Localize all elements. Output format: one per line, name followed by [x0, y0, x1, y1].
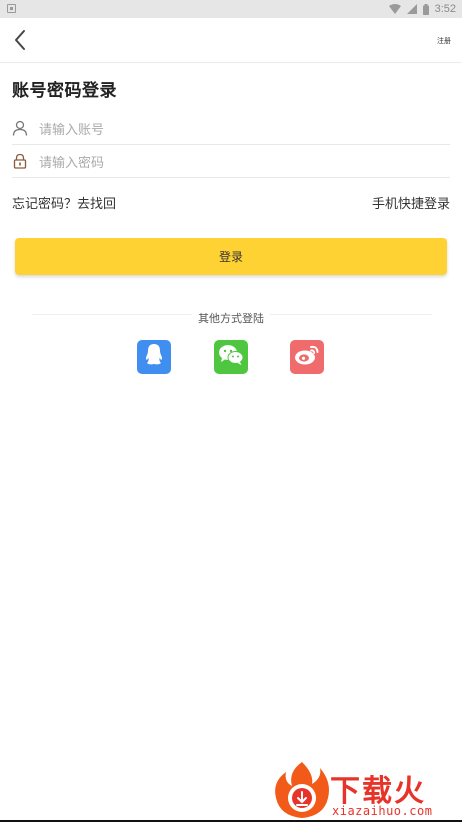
notification-icon	[7, 4, 16, 13]
header: 注册	[0, 18, 462, 63]
signal-icon	[406, 4, 417, 14]
lock-icon	[12, 153, 28, 169]
watermark-url: xiazaihuo.com	[332, 804, 433, 818]
wechat-icon	[218, 344, 244, 370]
page-title: 账号密码登录	[12, 81, 117, 101]
status-icons: 3:52	[388, 0, 456, 18]
other-login-methods-label: 其他方式登陆	[0, 307, 462, 326]
other-login-methods-text: 其他方式登陆	[192, 312, 270, 325]
forgot-password-link[interactable]: 忘记密码？去找回	[12, 193, 116, 212]
qq-login-button[interactable]	[137, 340, 171, 374]
status-bar: 3:52	[0, 0, 462, 18]
user-icon	[12, 120, 28, 136]
password-field	[12, 151, 450, 178]
back-arrow-icon[interactable]	[10, 28, 32, 52]
wechat-login-button[interactable]	[214, 340, 248, 374]
qq-icon	[144, 343, 164, 371]
battery-icon	[422, 3, 429, 15]
phone-quick-login-link[interactable]: 手机快捷登录	[372, 193, 450, 212]
wifi-icon	[388, 4, 401, 14]
password-input[interactable]	[39, 151, 439, 175]
flame-logo-icon	[275, 762, 329, 818]
weibo-icon	[294, 344, 320, 370]
login-button[interactable]: 登录	[15, 238, 447, 275]
register-link[interactable]: 注册	[437, 36, 451, 46]
weibo-login-button[interactable]	[290, 340, 324, 374]
account-input[interactable]	[39, 118, 439, 142]
account-field	[12, 118, 450, 145]
status-time: 3:52	[434, 3, 456, 15]
watermark: 下载火 xiazaihuo.com	[272, 760, 462, 820]
